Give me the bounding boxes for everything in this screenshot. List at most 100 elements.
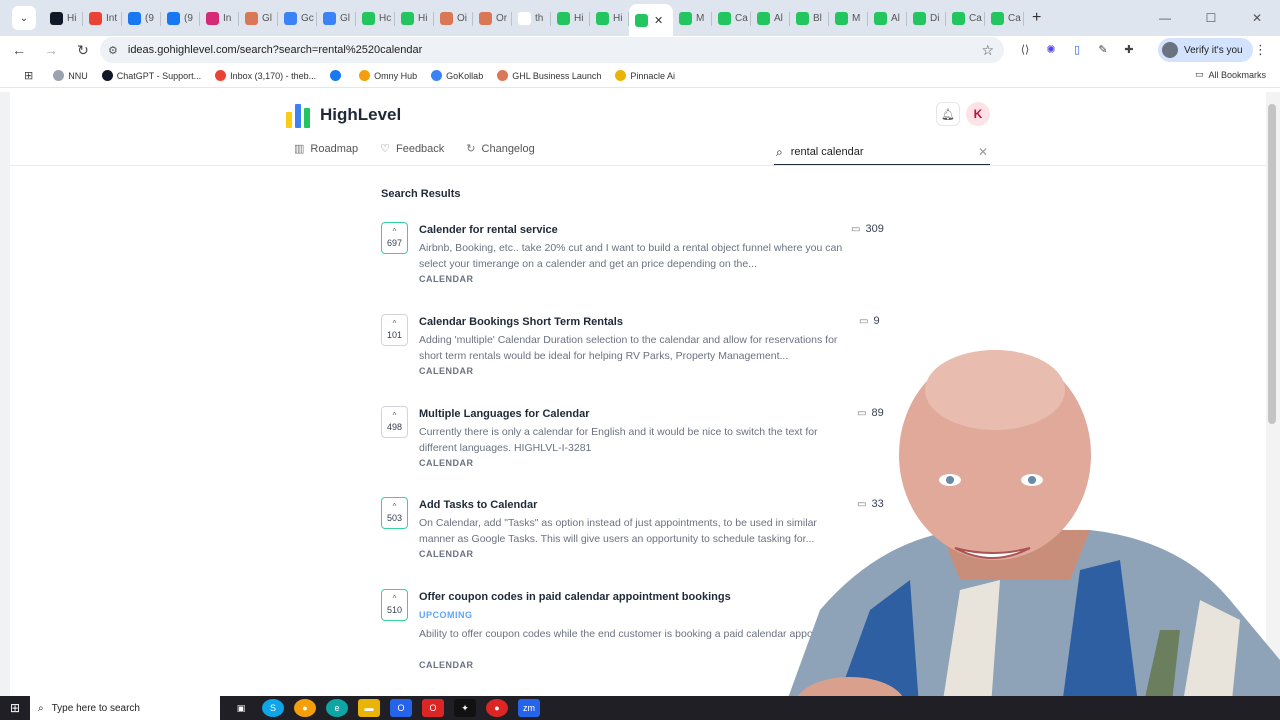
app-icon[interactable]: ✦ — [454, 699, 476, 717]
chevron-up-icon: ^ — [392, 319, 397, 328]
clipboard-ext-icon[interactable]: ▯ — [1068, 40, 1086, 58]
tab-favicon-icon — [679, 11, 692, 25]
bookmark-item[interactable]: ChatGPT - Support... — [101, 70, 201, 81]
browser-tab[interactable]: In — [200, 4, 239, 32]
edge-icon[interactable]: e — [326, 699, 348, 717]
office-icon[interactable]: O — [422, 699, 444, 717]
maximize-icon[interactable]: ☐ — [1188, 11, 1234, 25]
browser-tab[interactable]: Hi — [395, 4, 434, 32]
profile-verify-button[interactable]: Verify it's you — [1158, 38, 1253, 62]
map-icon: ▥ — [294, 143, 305, 155]
reload-icon[interactable]: ↻ — [70, 42, 96, 59]
browser-tab[interactable]: Gl — [317, 4, 356, 32]
bookmark-item[interactable]: Inbox (3,170) - theb... — [215, 70, 316, 81]
browser-tab[interactable]: Or — [473, 4, 512, 32]
bookmark-favicon-icon — [359, 70, 371, 81]
browser-tab[interactable]: Hi — [590, 4, 629, 32]
browser-tab[interactable]: (9 — [161, 4, 200, 32]
address-bar[interactable]: ⚙ ideas.gohighlevel.com/search?search=re… — [100, 37, 1004, 63]
site-info-icon[interactable]: ⚙ — [108, 44, 118, 57]
browser-tab[interactable]: Al — [868, 4, 907, 32]
tab-favicon-icon — [991, 11, 1004, 25]
result-title[interactable]: Multiple Languages for Calendar — [419, 408, 590, 420]
bookmark-star-icon[interactable]: ☆ — [981, 42, 994, 59]
highlevel-logo[interactable]: HighLevel — [286, 102, 401, 128]
browser-tab[interactable]: (9 — [122, 4, 161, 32]
task-view-icon[interactable]: ▣ — [230, 699, 252, 717]
menu-kebab-icon[interactable]: ⋮ — [1254, 42, 1267, 58]
back-arrow-icon[interactable]: ← — [6, 42, 32, 58]
all-bookmarks-button[interactable]: ▭ All Bookmarks — [1195, 69, 1266, 80]
tab-label: Or — [496, 12, 508, 24]
gear-ext-icon[interactable]: ✺ — [1042, 40, 1060, 58]
browser-tab[interactable]: Int — [83, 4, 122, 32]
clear-search-icon[interactable]: ✕ — [978, 145, 988, 159]
nav-item-changelog[interactable]: ↻ Changelog — [466, 142, 534, 156]
browser-tab[interactable]: Ca — [985, 4, 1024, 32]
upvote-button[interactable]: ^ 101 — [381, 314, 408, 346]
minimize-icon[interactable]: — — [1142, 11, 1188, 25]
category-tag: CALENDAR — [419, 660, 474, 670]
browser-tab[interactable]: Gc — [278, 4, 317, 32]
close-tab-icon[interactable]: ✕ — [654, 14, 663, 27]
user-avatar[interactable]: K — [966, 102, 990, 126]
browser-tab[interactable]: Al — [751, 4, 790, 32]
browser-tab[interactable]: Gl — [239, 4, 278, 32]
file-explorer-icon[interactable]: ▬ — [358, 699, 380, 717]
browser-tab[interactable]: Ca — [946, 4, 985, 32]
browser-tab[interactable]: Oi — [434, 4, 473, 32]
zoom-icon[interactable]: zm — [518, 699, 540, 717]
forward-arrow-icon[interactable]: → — [38, 42, 64, 58]
chrome-icon[interactable]: ● — [294, 699, 316, 717]
devtools-ext-icon[interactable]: ⟨⟩ — [1016, 40, 1034, 58]
close-window-icon[interactable]: ✕ — [1234, 11, 1280, 25]
result-title[interactable]: Add Tasks to Calendar — [419, 499, 537, 511]
url-text[interactable]: ideas.gohighlevel.com/search?search=rent… — [128, 44, 422, 56]
outlook-icon[interactable]: O — [390, 699, 412, 717]
tab-list: Hi Int (9 (9 In Gl Gc Gl Hc Hi Oi Or th Hi Hi ✕ M Ca Al Bl M… — [44, 0, 1024, 36]
search-input[interactable] — [790, 146, 961, 158]
bookmark-item[interactable]: Omny Hub — [359, 70, 417, 81]
tab-label: Ca — [1008, 12, 1021, 24]
browser-tab[interactable]: th — [512, 4, 551, 32]
result-title[interactable]: Calender for rental service — [419, 224, 558, 236]
nav-item-roadmap[interactable]: ▥ Roadmap — [294, 142, 358, 156]
tab-label: Hi — [67, 12, 77, 24]
browser-tab[interactable]: Di — [907, 4, 946, 32]
tab-favicon-icon — [479, 11, 492, 25]
search-field[interactable]: ⌕ ✕ — [774, 140, 990, 166]
taskbar-search[interactable]: ⌕ Type here to search — [30, 696, 220, 720]
result-title[interactable]: Calendar Bookings Short Term Rentals — [419, 316, 623, 328]
tab-search-button[interactable]: ⌄ — [12, 6, 36, 30]
tab-label: Hi — [418, 12, 428, 24]
browser-tab[interactable]: Hi — [44, 4, 83, 32]
browser-tab-active[interactable]: ✕ — [629, 4, 673, 36]
bell-icon[interactable]: 🔔︎ — [936, 102, 960, 126]
upvote-button[interactable]: ^ 498 — [381, 406, 408, 438]
browser-tab[interactable]: M — [673, 4, 712, 32]
windows-start-icon[interactable]: ⊞ — [0, 701, 30, 715]
apps-grid-icon[interactable]: ⊞ — [24, 69, 33, 82]
browser-tab[interactable]: Hc — [356, 4, 395, 32]
result-title[interactable]: Offer coupon codes in paid calendar appo… — [419, 591, 731, 603]
bookmark-item[interactable]: NNU — [53, 70, 88, 81]
puzzle-icon[interactable]: ✚ — [1120, 40, 1138, 58]
bookmark-item[interactable]: Pinnacle Ai — [615, 70, 675, 81]
skype-icon[interactable]: S — [262, 699, 284, 717]
chrome-profile-icon[interactable]: ● — [486, 699, 508, 717]
upvote-button[interactable]: ^ 510 — [381, 589, 408, 621]
comment-count[interactable]: ▭ 309 — [851, 223, 884, 235]
upvote-button[interactable]: ^ 697 — [381, 222, 408, 254]
browser-tab[interactable]: M — [829, 4, 868, 32]
bookmark-item[interactable]: GoKollab — [431, 70, 483, 81]
nav-item-feedback[interactable]: ♡ Feedback — [380, 142, 444, 156]
new-tab-button[interactable]: + — [1032, 9, 1041, 27]
upvote-button[interactable]: ^ 503 — [381, 497, 408, 529]
bookmark-item[interactable] — [330, 70, 345, 81]
browser-tab[interactable]: Ca — [712, 4, 751, 32]
bookmark-item[interactable]: GHL Business Launch — [497, 70, 601, 81]
browser-tab[interactable]: Hi — [551, 4, 590, 32]
comment-count[interactable]: ▭ 9 — [859, 315, 880, 327]
browser-tab[interactable]: Bl — [790, 4, 829, 32]
eyedropper-ext-icon[interactable]: ✎ — [1094, 40, 1112, 58]
